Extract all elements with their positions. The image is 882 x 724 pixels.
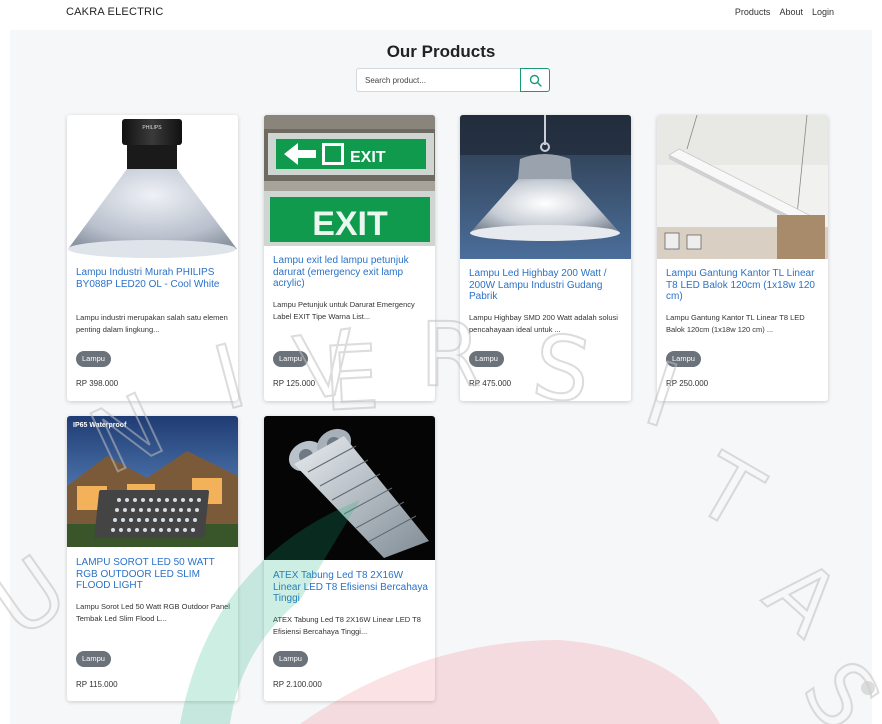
product-description: Lampu Highbay SMD 200 Watt adalah solusi… [469,313,618,334]
category-badge[interactable]: Lampu [273,351,308,367]
brand-logo[interactable]: CAKRA ELECTRIC [66,6,164,18]
product-image[interactable] [264,416,435,560]
product-title[interactable]: Lampu Led Highbay 200 Watt / 200W Lampu … [469,268,624,303]
product-description: Lampu industri merupakan salah satu elem… [76,313,228,334]
category-badge[interactable]: Lampu [666,351,701,367]
product-image[interactable]: PHILIPS [67,115,238,259]
product-price: RP 398.000 [76,379,119,388]
category-badge[interactable]: Lampu [469,351,504,367]
product-card[interactable]: EXIT EXIT Lampu exit led lampu petunjuk … [264,115,435,401]
product-price: RP 250.000 [666,379,709,388]
product-card[interactable]: Lampu Gantung Kantor TL Linear T8 LED Ba… [657,115,828,401]
product-image[interactable]: IP65 Waterproof [67,416,238,547]
page-title: Our Products [386,42,496,61]
nav-link-about[interactable]: About [779,7,803,17]
product-price: RP 2.100.000 [273,680,322,689]
product-price: RP 115.000 [76,680,118,689]
philips-logo: PHILIPS [142,125,162,131]
svg-text:EXIT: EXIT [350,149,386,166]
product-image[interactable] [460,115,631,259]
product-image[interactable]: EXIT EXIT [264,115,435,246]
search-button[interactable] [520,68,550,92]
category-badge[interactable]: Lampu [76,651,111,667]
product-description: Lampu Petunjuk untuk Darurat Emergency L… [273,300,415,321]
exit-sign-text: EXIT [312,205,388,243]
product-title[interactable]: LAMPU SOROT LED 50 WATT RGB OUTDOOR LED … [76,557,231,592]
search-input[interactable] [356,68,520,92]
product-card[interactable]: Lampu Led Highbay 200 Watt / 200W Lampu … [460,115,631,401]
nav-link-login[interactable]: Login [812,7,834,17]
product-price: RP 125.000 [273,379,316,388]
waterproof-caption: IP65 Waterproof [73,422,127,429]
product-card[interactable]: ATEX Tabung Led T8 2X16W Linear LED T8 E… [264,416,435,701]
category-badge[interactable]: Lampu [76,351,111,367]
product-image[interactable] [657,115,828,259]
product-title[interactable]: Lampu Gantung Kantor TL Linear T8 LED Ba… [666,268,821,303]
nav-links: Products About Login [735,7,834,17]
product-title[interactable]: Lampu Industri Murah PHILIPS BY088P LED2… [76,267,231,290]
search-bar [356,68,550,92]
product-description: ATEX Tabung Led T8 2X16W Linear LED T8 E… [273,615,421,636]
product-card[interactable]: IP65 Waterproof LAMPU SOROT LED 50 WATT … [67,416,238,701]
nav-link-products[interactable]: Products [735,7,771,17]
product-card[interactable]: PHILIPS Lampu Industri Murah PHILIPS BY0… [67,115,238,401]
product-description: Lampu Sorot Led 50 Watt RGB Outdoor Pane… [76,602,230,623]
product-title[interactable]: ATEX Tabung Led T8 2X16W Linear LED T8 E… [273,570,428,605]
product-price: RP 475.000 [469,379,512,388]
navbar: CAKRA ELECTRIC Products About Login [0,0,882,30]
product-title[interactable]: Lampu exit led lampu petunjuk darurat (e… [273,255,428,290]
product-description: Lampu Gantung Kantor TL Linear T8 LED Ba… [666,313,805,334]
search-icon [529,74,542,87]
category-badge[interactable]: Lampu [273,651,308,667]
